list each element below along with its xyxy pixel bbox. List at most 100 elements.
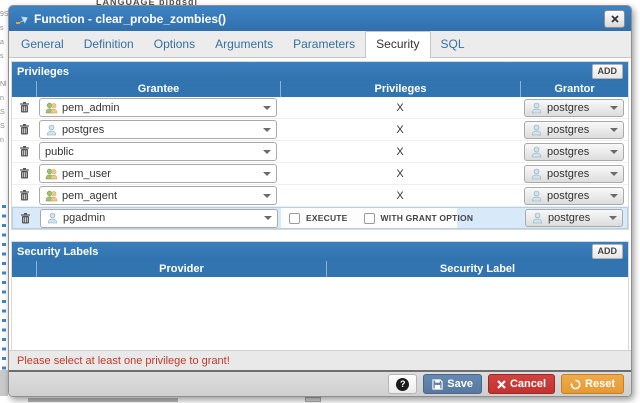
grantee-value: pem_agent bbox=[62, 190, 263, 202]
cancel-button[interactable]: Cancel bbox=[488, 374, 555, 394]
column-header-grantee: Grantee bbox=[36, 81, 280, 97]
dialog-footer: ? Save Cancel Reset bbox=[9, 370, 631, 396]
chevron-down-icon bbox=[264, 216, 272, 220]
security-labels-table-header: Provider Security Label bbox=[12, 261, 628, 277]
cancel-label: Cancel bbox=[510, 378, 546, 390]
grantor-select[interactable]: postgres bbox=[524, 121, 624, 139]
trash-icon bbox=[20, 168, 29, 179]
privileges-value: X bbox=[280, 97, 520, 118]
background-artifact bbox=[305, 397, 321, 402]
tab-parameters[interactable]: Parameters bbox=[283, 32, 365, 57]
background-scrollbar bbox=[0, 370, 8, 396]
tab-general[interactable]: General bbox=[11, 32, 74, 57]
grantor-value: postgres bbox=[547, 146, 610, 158]
delete-row-button[interactable] bbox=[20, 124, 29, 135]
grantor-value: postgres bbox=[547, 190, 610, 202]
grantee-value: pem_admin bbox=[62, 102, 263, 114]
delete-row-button[interactable] bbox=[21, 213, 30, 224]
user-icon bbox=[530, 102, 543, 114]
cancel-x-icon bbox=[497, 380, 506, 389]
security-labels-add-button[interactable]: ADD bbox=[592, 244, 624, 259]
chevron-down-icon bbox=[610, 128, 618, 132]
grantee-select[interactable]: postgres bbox=[39, 120, 277, 139]
chevron-down-icon bbox=[263, 128, 271, 132]
save-button[interactable]: Save bbox=[423, 374, 482, 394]
delete-row-button[interactable] bbox=[20, 102, 29, 113]
function-properties-dialog: Function - clear_probe_zombies() General… bbox=[8, 5, 632, 397]
user-icon bbox=[530, 146, 543, 158]
reset-label: Reset bbox=[585, 378, 615, 390]
privileges-editor-cell: EXECUTE WITH GRANT OPTION bbox=[281, 208, 521, 228]
close-icon bbox=[611, 15, 619, 23]
with-grant-option: WITH GRANT OPTION bbox=[364, 213, 474, 224]
user-icon bbox=[530, 168, 543, 180]
help-icon: ? bbox=[396, 378, 409, 391]
privileges-value: X bbox=[280, 119, 520, 140]
tab-arguments[interactable]: Arguments bbox=[205, 32, 283, 57]
grantee-value: pem_user bbox=[62, 168, 263, 180]
chevron-down-icon bbox=[263, 194, 271, 198]
security-labels-empty-body bbox=[12, 277, 628, 350]
privilege-row-pem_admin: pem_admin X postgres bbox=[12, 97, 628, 119]
privileges-panel-header: Privileges ADD bbox=[12, 62, 628, 81]
grantor-value: postgres bbox=[547, 102, 610, 114]
close-button[interactable] bbox=[604, 10, 625, 28]
grantor-select[interactable]: postgres bbox=[524, 187, 624, 205]
with-grant-option-checkbox[interactable] bbox=[364, 213, 375, 224]
grantee-value: pgadmin bbox=[63, 212, 264, 224]
grantee-select[interactable]: public bbox=[39, 142, 277, 161]
grantee-select[interactable]: pem_agent bbox=[39, 186, 277, 205]
privileges-editor: EXECUTE WITH GRANT OPTION bbox=[281, 208, 457, 228]
dialog-tabbar: General Definition Options Arguments Par… bbox=[9, 31, 631, 58]
user-icon bbox=[45, 124, 58, 136]
chevron-down-icon bbox=[610, 194, 618, 198]
tab-definition[interactable]: Definition bbox=[74, 32, 144, 57]
tab-security[interactable]: Security bbox=[365, 31, 430, 58]
privileges-value: X bbox=[280, 141, 520, 162]
validation-error-bar: Please select at least one privilege to … bbox=[9, 350, 631, 370]
column-header-blank bbox=[12, 261, 36, 277]
reset-button[interactable]: Reset bbox=[561, 374, 624, 394]
background-tree-bullets bbox=[2, 205, 6, 390]
grantor-select[interactable]: postgres bbox=[524, 143, 624, 161]
delete-row-button[interactable] bbox=[20, 146, 29, 157]
user-icon bbox=[531, 212, 544, 224]
background-artifact bbox=[28, 398, 178, 402]
privileges-table-header: Grantee Privileges Grantor bbox=[12, 81, 628, 97]
execute-option: EXECUTE bbox=[289, 213, 348, 224]
privilege-row-pgadmin: pgadmin EXECUTE WITH GRANT OPTION bbox=[12, 207, 628, 229]
delete-row-button[interactable] bbox=[20, 168, 29, 179]
help-button[interactable]: ? bbox=[388, 374, 417, 394]
security-labels-panel-header: Security Labels ADD bbox=[12, 242, 628, 261]
group-icon bbox=[45, 102, 58, 114]
group-icon bbox=[45, 168, 58, 180]
column-header-privileges: Privileges bbox=[280, 81, 520, 97]
dialog-titlebar[interactable]: Function - clear_probe_zombies() bbox=[9, 6, 631, 31]
privileges-value: X bbox=[280, 163, 520, 184]
chevron-down-icon bbox=[263, 106, 271, 110]
grantee-select[interactable]: pem_admin bbox=[39, 98, 277, 117]
delete-row-button[interactable] bbox=[20, 190, 29, 201]
security-labels-panel: Security Labels ADD Provider Security La… bbox=[11, 241, 629, 350]
trash-icon bbox=[20, 124, 29, 135]
chevron-down-icon bbox=[610, 106, 618, 110]
chevron-down-icon bbox=[609, 216, 617, 220]
grantor-select[interactable]: postgres bbox=[525, 209, 623, 227]
function-icon bbox=[15, 12, 29, 25]
privileges-add-button[interactable]: ADD bbox=[592, 64, 624, 79]
save-label: Save bbox=[447, 378, 473, 390]
grantor-select[interactable]: postgres bbox=[524, 165, 624, 183]
chevron-down-icon bbox=[610, 150, 618, 154]
with-grant-option-label: WITH GRANT OPTION bbox=[381, 213, 474, 223]
column-header-delete bbox=[12, 81, 36, 97]
grantor-select[interactable]: postgres bbox=[524, 99, 624, 117]
execute-checkbox[interactable] bbox=[289, 213, 300, 224]
grantee-select[interactable]: pem_user bbox=[39, 164, 277, 183]
column-header-grantor: Grantor bbox=[520, 81, 628, 97]
tab-sql[interactable]: SQL bbox=[431, 32, 475, 57]
tab-options[interactable]: Options bbox=[144, 32, 205, 57]
validation-error-message: Please select at least one privilege to … bbox=[17, 355, 230, 367]
execute-label: EXECUTE bbox=[306, 213, 348, 223]
grantee-value: postgres bbox=[62, 124, 263, 136]
grantee-select[interactable]: pgadmin bbox=[40, 209, 278, 228]
